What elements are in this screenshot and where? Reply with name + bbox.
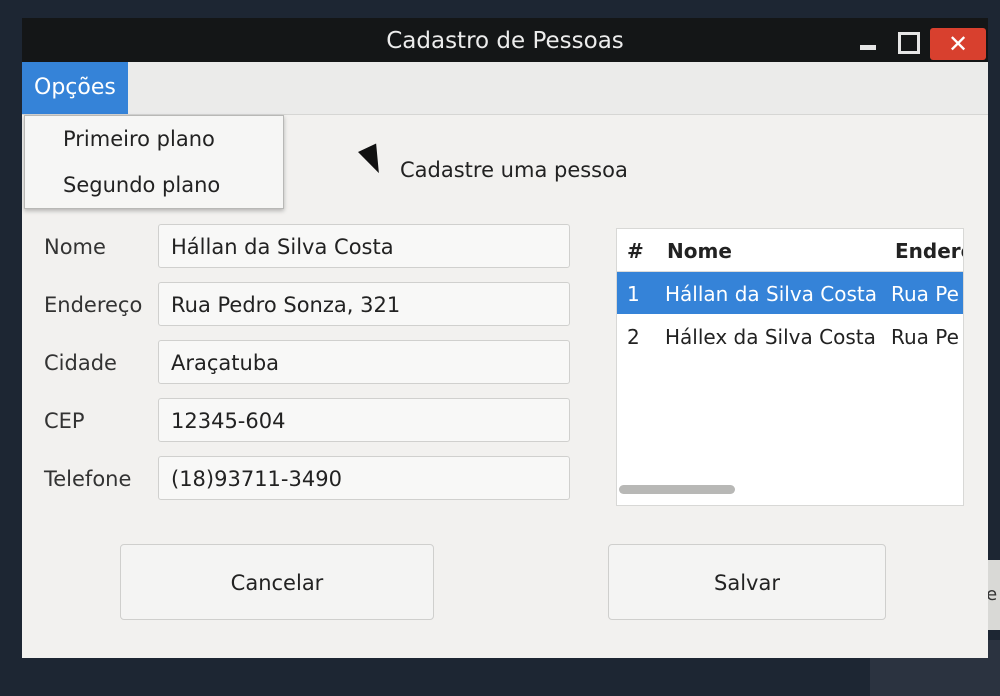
close-button[interactable]: ✕ [930,28,986,60]
column-header-endereco[interactable]: Endere [895,239,963,263]
horizontal-scrollbar[interactable] [619,485,735,494]
menu-item-segundo-plano[interactable]: Segundo plano [25,162,283,208]
nome-field[interactable]: Hállan da Silva Costa [158,224,570,268]
row-number: 1 [627,282,640,306]
table-row[interactable]: 2 Hállex da Silva Costa Rua Pe [617,315,963,357]
table-row[interactable]: 1 Hállan da Silva Costa Rua Pe [617,272,963,314]
cancel-button[interactable]: Cancelar [120,544,434,620]
nome-label: Nome [44,235,106,259]
menu-opcoes[interactable]: Opções [22,62,128,114]
row-endereco: Rua Pe [891,325,959,349]
column-header-number[interactable]: # [627,239,644,263]
form-row-cep: CEP 12345-604 [44,398,572,444]
telefone-label: Telefone [44,467,132,491]
form-row-telefone: Telefone (18)93711-3490 [44,456,572,502]
people-table[interactable]: # Nome Endere 1 Hállan da Silva Costa Ru… [616,228,964,506]
menu-bar: Opções [22,62,988,115]
window-title: Cadastro de Pessoas [386,28,624,54]
form-row-endereco: Endereço Rua Pedro Sonza, 321 [44,282,572,328]
table-header: # Nome Endere [617,229,963,272]
column-header-nome[interactable]: Nome [667,239,732,263]
title-bar[interactable]: Cadastro de Pessoas ✕ [22,18,988,64]
header-label: Cadastre uma pessoa [400,158,628,182]
row-nome: Hállex da Silva Costa [665,325,876,349]
form-row-cidade: Cidade Araçatuba [44,340,572,386]
mouse-cursor-icon [358,143,388,178]
row-number: 2 [627,325,640,349]
cidade-label: Cidade [44,351,117,375]
cep-field[interactable]: 12345-604 [158,398,570,442]
row-nome: Hállan da Silva Costa [665,282,877,306]
main-window: Opções Primeiro plano Segundo plano Cada… [22,62,988,658]
close-icon: ✕ [947,30,969,58]
cidade-field[interactable]: Araçatuba [158,340,570,384]
minimize-button[interactable] [856,30,882,56]
opcoes-dropdown: Primeiro plano Segundo plano [24,115,284,209]
maximize-button[interactable] [898,32,920,54]
row-endereco: Rua Pe [891,282,959,306]
menu-item-primeiro-plano[interactable]: Primeiro plano [25,116,283,162]
endereco-field[interactable]: Rua Pedro Sonza, 321 [158,282,570,326]
cep-label: CEP [44,409,85,433]
save-button[interactable]: Salvar [608,544,886,620]
form-row-nome: Nome Hállan da Silva Costa [44,224,572,270]
telefone-field[interactable]: (18)93711-3490 [158,456,570,500]
endereco-label: Endereço [44,293,143,317]
